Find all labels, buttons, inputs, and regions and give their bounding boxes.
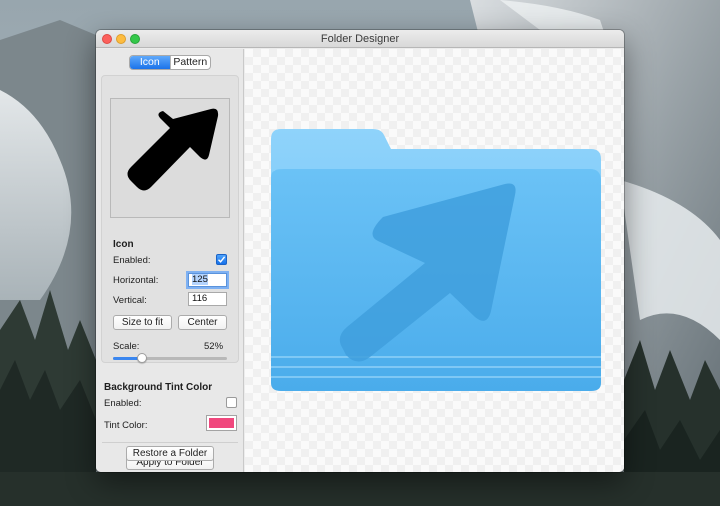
icon-enabled-checkbox[interactable] — [216, 254, 227, 265]
window-title: Folder Designer — [320, 33, 400, 45]
center-button[interactable]: Center — [178, 315, 227, 330]
scale-slider-knob[interactable] — [136, 353, 147, 363]
tint-enabled-label: Enabled: — [104, 398, 142, 409]
folder-icon — [271, 129, 601, 391]
tab-pattern[interactable]: Pattern — [169, 56, 211, 69]
tint-color-well[interactable] — [206, 415, 237, 431]
scale-label: Scale: — [113, 341, 140, 352]
horizontal-input[interactable]: 125 — [188, 273, 227, 287]
checkmark-icon — [218, 256, 226, 263]
arrow-up-right-icon — [127, 108, 219, 191]
horizontal-value: 125 — [192, 274, 208, 285]
scale-slider[interactable] — [113, 353, 227, 363]
tint-enabled-checkbox[interactable] — [226, 397, 237, 408]
vertical-input[interactable]: 116 — [188, 292, 227, 306]
tint-section-heading: Background Tint Color — [104, 382, 213, 393]
vertical-value: 116 — [192, 293, 208, 304]
folder-preview-canvas — [245, 49, 624, 472]
sidebar: Icon Pattern Icon Enabled: Horizontal: 1… — [96, 49, 244, 472]
icon-section-heading: Icon — [113, 239, 134, 250]
icon-enabled-label: Enabled: — [113, 255, 151, 266]
tab-icon[interactable]: Icon — [130, 56, 170, 69]
icon-preview[interactable] — [110, 98, 230, 218]
sidebar-divider — [102, 442, 238, 443]
tint-color-label: Tint Color: — [104, 420, 148, 431]
vertical-label: Vertical: — [113, 295, 147, 306]
tint-color-swatch — [209, 418, 234, 428]
folder-designer-window: Folder Designer Icon Pattern Icon Enable… — [96, 30, 624, 472]
horizontal-label: Horizontal: — [113, 275, 159, 286]
restore-a-folder-button[interactable]: Restore a Folder — [126, 446, 214, 461]
title-bar: Folder Designer — [96, 30, 624, 48]
scale-value: 52% — [204, 341, 224, 352]
mode-segmented-control: Icon Pattern — [129, 55, 211, 70]
size-to-fit-button[interactable]: Size to fit — [113, 315, 172, 330]
